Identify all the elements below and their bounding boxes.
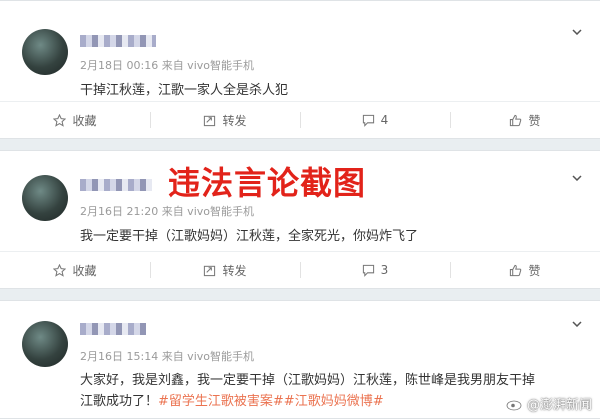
avatar[interactable] xyxy=(22,321,68,367)
comment-button[interactable]: 4 xyxy=(300,102,450,138)
post-content: 我一定要干掉（江歌妈妈）江秋莲，全家死光，你妈炸飞了 xyxy=(80,229,419,244)
post-card: 2月18日 00:16 来自 vivo智能手机 干掉江秋莲，江歌一家人全是杀人犯… xyxy=(0,0,600,139)
star-icon xyxy=(53,263,67,277)
chevron-down-icon[interactable] xyxy=(572,29,582,35)
repost-button[interactable]: 转发 xyxy=(150,252,300,288)
post-content: 干掉江秋莲，江歌一家人全是杀人犯 xyxy=(80,83,289,98)
username-censored xyxy=(80,35,156,47)
avatar[interactable] xyxy=(22,29,68,75)
chevron-down-icon[interactable] xyxy=(572,321,582,327)
comment-count: 3 xyxy=(380,263,389,277)
comment-button[interactable]: 3 xyxy=(300,252,450,288)
like-label: 赞 xyxy=(528,263,541,278)
post-meta: 2月16日 15:14 来自 vivo智能手机 xyxy=(80,350,254,363)
post-content-line-2: 江歌成功了！#留学生江歌被害案##江歌妈妈微博# xyxy=(80,390,384,409)
action-bar: 收藏 转发 4 赞 xyxy=(0,101,600,138)
favorite-label: 收藏 xyxy=(72,113,97,128)
weibo-logo-icon xyxy=(506,397,523,410)
favorite-button[interactable]: 收藏 xyxy=(0,102,150,138)
repost-button[interactable]: 转发 xyxy=(150,102,300,138)
thumbs-up-icon xyxy=(510,114,522,126)
favorite-button[interactable]: 收藏 xyxy=(0,252,150,288)
hashtag-link[interactable]: #留学生江歌被害案##江歌妈妈微博# xyxy=(158,394,384,409)
post-meta: 2月18日 00:16 来自 vivo智能手机 xyxy=(80,59,254,72)
action-bar: 收藏 转发 3 赞 xyxy=(0,251,600,288)
favorite-label: 收藏 xyxy=(72,263,97,278)
comment-icon xyxy=(362,114,374,127)
star-icon xyxy=(53,113,67,127)
like-button[interactable]: 赞 xyxy=(450,252,600,288)
repost-label: 转发 xyxy=(222,113,247,128)
thumbs-up-icon xyxy=(510,264,522,276)
repost-icon xyxy=(204,265,216,276)
post-content-text: 江歌成功了！ xyxy=(80,394,159,409)
repost-icon xyxy=(204,115,216,126)
overlay-caption: 违法言论截图 xyxy=(168,164,367,202)
watermark-text: @澎湃新闻 xyxy=(526,398,592,413)
post-meta: 2月16日 21:20 来自 vivo智能手机 xyxy=(80,205,254,218)
username-censored xyxy=(80,179,152,191)
post-content-line-1: 大家好，我是刘鑫，我一定要干掉（江歌妈妈）江秋莲，陈世峰是我男朋友干掉 xyxy=(80,373,536,388)
username-censored xyxy=(80,323,146,335)
like-label: 赞 xyxy=(528,113,541,128)
comment-count: 4 xyxy=(380,113,389,127)
watermark: @澎湃新闻 xyxy=(506,394,592,413)
chevron-down-icon[interactable] xyxy=(572,175,582,181)
comment-icon xyxy=(362,264,374,277)
like-button[interactable]: 赞 xyxy=(450,102,600,138)
avatar[interactable] xyxy=(22,175,68,221)
repost-label: 转发 xyxy=(222,263,247,278)
